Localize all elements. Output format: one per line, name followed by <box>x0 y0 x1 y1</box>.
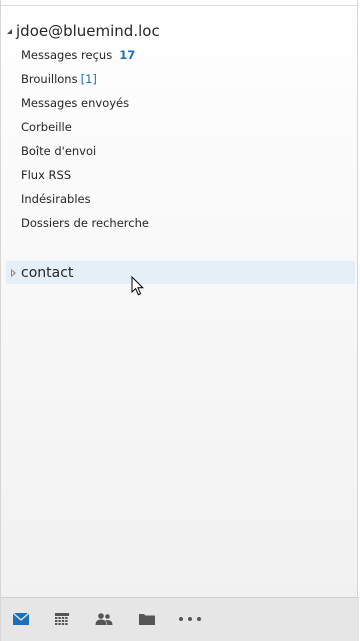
folder-label: Brouillons <box>21 72 78 86</box>
contact-group-label: contact <box>21 264 74 281</box>
mail-icon[interactable] <box>12 612 30 626</box>
expand-triangle-icon[interactable] <box>7 29 12 34</box>
people-icon[interactable] <box>95 612 113 626</box>
account-header[interactable]: jdoe@bluemind.loc <box>7 21 160 41</box>
folder-junk[interactable]: Indésirables <box>1 187 357 211</box>
folder-label: Corbeille <box>21 120 72 134</box>
more-icon[interactable] <box>178 612 202 626</box>
folder-pane: jdoe@bluemind.loc Messages reçus 17 Broui… <box>0 0 359 641</box>
folder-list: Messages reçus 17 Brouillons [1] Messages … <box>1 43 357 235</box>
collapse-triangle-icon[interactable] <box>11 268 16 277</box>
folder-label: Messages reçus <box>21 48 113 62</box>
folder-label: Indésirables <box>21 192 91 206</box>
folder-trash[interactable]: Corbeille <box>1 115 357 139</box>
calendar-icon[interactable] <box>53 612 71 626</box>
folder-inbox[interactable]: Messages reçus 17 <box>1 43 357 67</box>
top-divider <box>1 5 357 6</box>
folder-label: Boîte d'envoi <box>21 144 97 158</box>
folder-outbox[interactable]: Boîte d'envoi <box>1 139 357 163</box>
account-email: jdoe@bluemind.loc <box>16 22 160 40</box>
folder-label: Messages envoyés <box>21 96 130 110</box>
unread-count: 17 <box>119 48 136 62</box>
contact-group-row[interactable]: contact <box>6 261 355 284</box>
tasks-icon[interactable] <box>138 612 156 626</box>
folder-search[interactable]: Dossiers de recherche <box>1 211 357 235</box>
folder-drafts[interactable]: Brouillons [1] <box>1 67 357 91</box>
draft-count: [1] <box>80 72 97 86</box>
folder-rss[interactable]: Flux RSS <box>1 163 357 187</box>
folder-label: Dossiers de recherche <box>21 216 149 230</box>
bottom-navigation-bar <box>1 597 359 641</box>
folder-sent[interactable]: Messages envoyés <box>1 91 357 115</box>
mouse-cursor-icon <box>131 276 145 296</box>
folder-label: Flux RSS <box>21 168 72 182</box>
